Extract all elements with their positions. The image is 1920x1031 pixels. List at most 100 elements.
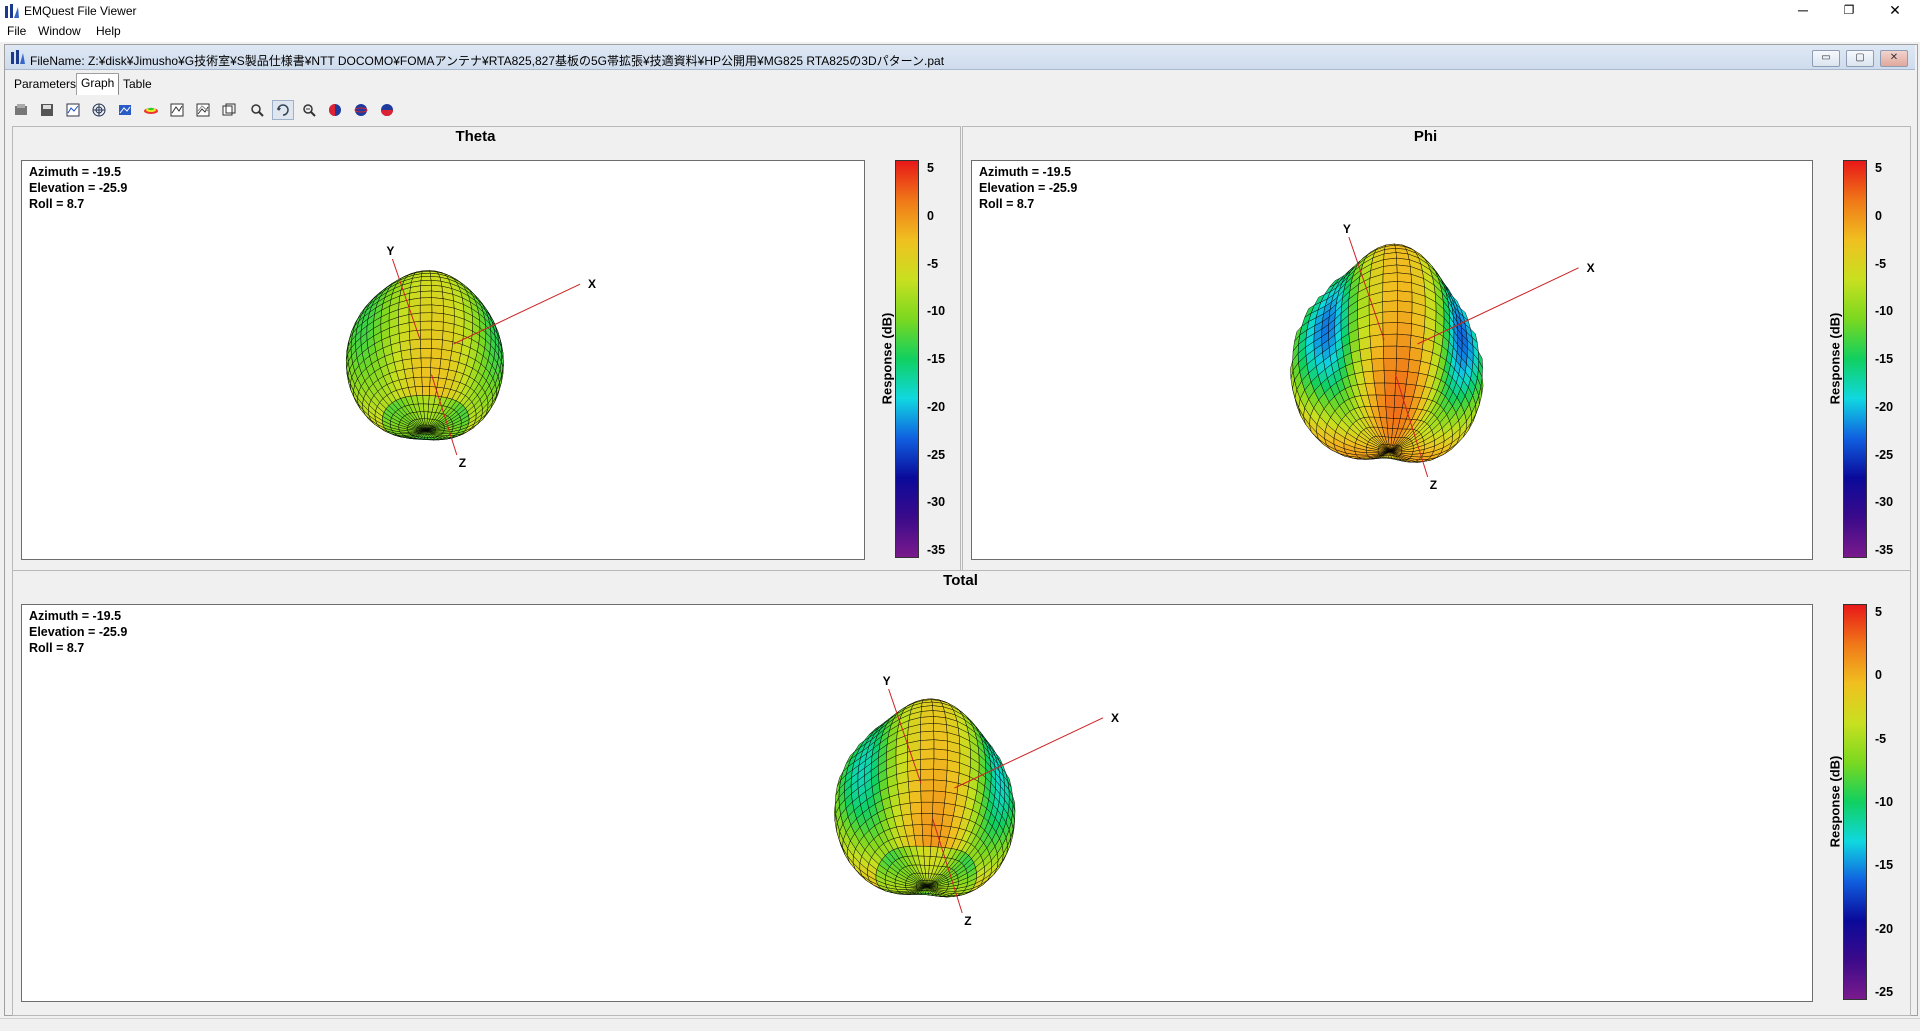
colorbar-tick: -20 [927,400,945,414]
panel-title-total: Total [12,572,1909,589]
colorbar-label: Response (dB) [1828,299,1843,419]
axis-z-label: Z [459,456,466,470]
open-icon [13,102,29,118]
colorbar-tick: -35 [1875,543,1893,557]
overlay-icon [221,102,237,118]
axis-x-label: X [588,277,596,291]
child-minimize-button[interactable]: ▭ [1812,50,1840,67]
zoom-icon [249,102,265,118]
radiation-pattern-theta: Y X Z [22,161,864,559]
polar-plot-icon [91,102,107,118]
minimize-button[interactable]: ─ [1780,0,1826,22]
child-maximize-button[interactable]: ▢ [1846,50,1874,67]
child-close-button[interactable]: ✕ [1880,50,1908,67]
panel-title-phi: Phi [962,128,1889,145]
zoom-tool-button[interactable] [246,100,268,120]
orientation-readout: Azimuth = -19.5Elevation = -25.9Roll = 8… [979,164,1077,212]
elevation-readout: Elevation = -25.9 [29,624,127,640]
file-icon [10,50,26,64]
zoom-fit-icon [301,102,317,118]
panel-title-theta: Theta [12,128,939,145]
line-plot-icon [169,102,185,118]
colorbar-tick: -30 [927,495,945,509]
colorbar-tick: -15 [927,352,945,366]
window-title: EMQuest File Viewer [24,4,136,18]
sphere-tool-button[interactable] [350,100,372,120]
colorbar-tick: -30 [1875,495,1893,509]
dual-line-icon [195,102,211,118]
close-button[interactable]: ✕ [1872,0,1918,22]
file-path: Z:¥disk¥Jimusho¥G技術室¥S製品仕様書¥NTT DOCOMO¥F… [88,54,944,68]
menubar: File Window Help [0,22,1920,42]
colorbar-tick: 5 [1875,161,1882,175]
colorbar-tick: -10 [1875,795,1893,809]
sphere-icon [353,102,369,118]
elevation-readout: Elevation = -25.9 [979,180,1077,196]
tab-parameters[interactable]: Parameters [10,75,80,94]
colorbar-tick: -5 [1875,257,1886,271]
plot-area-phi[interactable]: YXZ [971,160,1813,560]
3d-plot-tool-button[interactable] [62,100,84,120]
tab-table[interactable]: Table [118,75,156,94]
window-titlebar: EMQuest File Viewer ─ ❐ ✕ [0,0,1920,22]
overlay-tool-button[interactable] [218,100,240,120]
colorbar-tick: 0 [1875,209,1882,223]
colorbar-total [1843,604,1867,1000]
zoom-fit-tool-button[interactable] [298,100,320,120]
orientation-readout: Azimuth = -19.5Elevation = -25.9Roll = 8… [29,164,127,212]
colorbar-tick: -20 [1875,922,1893,936]
rotate-tool-button[interactable] [272,100,294,120]
dual-line-tool-button[interactable] [192,100,214,120]
colorbar-tick: -25 [1875,985,1893,999]
axis-z-label: Z [964,914,971,928]
colorbar-tick: -15 [1875,352,1893,366]
colorbar-tick: -15 [1875,858,1893,872]
axis-y-label: Y [386,244,394,258]
rect-plot-icon [117,102,133,118]
sphere-bottom-icon [379,102,395,118]
restore-button[interactable]: ❐ [1826,0,1872,22]
contour-plot-icon [143,102,159,118]
roll-readout: Roll = 8.7 [29,196,127,212]
colorbar-tick: 5 [927,161,934,175]
plot-area-theta[interactable]: Y X Z [21,160,865,560]
line-plot-tool-button[interactable] [166,100,188,120]
app-icon [4,3,20,19]
tab-graph[interactable]: Graph [76,73,119,95]
axis-x-label: X [1587,261,1595,275]
roll-readout: Roll = 8.7 [29,640,127,656]
menu-window[interactable]: Window [36,24,83,38]
save-tool-button[interactable] [36,100,58,120]
sphere-left-tool-button[interactable] [324,100,346,120]
colorbar-tick: 0 [1875,668,1882,682]
rect-plot-tool-button[interactable] [114,100,136,120]
sphere-bottom-tool-button[interactable] [376,100,398,120]
axis-y-label: Y [1343,222,1351,236]
azimuth-readout: Azimuth = -19.5 [29,608,127,624]
colorbar-tick: -20 [1875,400,1893,414]
roll-readout: Roll = 8.7 [979,196,1077,212]
file-path-label: FileName: Z:¥disk¥Jimusho¥G技術室¥S製品仕様書¥NT… [30,52,944,69]
azimuth-readout: Azimuth = -19.5 [979,164,1077,180]
colorbar-tick: -25 [927,448,945,462]
rotate-icon [275,102,291,118]
plot-area-total[interactable]: Y X Z [21,604,1813,1002]
colorbar-phi [1843,160,1867,558]
colorbar-tick: -10 [1875,304,1893,318]
colorbar-tick: -35 [927,543,945,557]
colorbar-tick: -10 [927,304,945,318]
elevation-readout: Elevation = -25.9 [29,180,127,196]
colorbar-theta [895,160,919,558]
axis-y-label: Y [883,674,891,688]
radiation-pattern-total: Y X Z [22,605,1812,1001]
open-tool-button[interactable] [10,100,32,120]
polar-plot-tool-button[interactable] [88,100,110,120]
azimuth-readout: Azimuth = -19.5 [29,164,127,180]
contour-plot-tool-button[interactable] [140,100,162,120]
colorbar-tick: 5 [1875,605,1882,619]
menu-help[interactable]: Help [94,24,123,38]
colorbar-tick: -5 [1875,732,1886,746]
menu-file[interactable]: File [5,24,28,38]
axis-x-label: X [1111,711,1119,725]
3d-plot-icon [65,102,81,118]
